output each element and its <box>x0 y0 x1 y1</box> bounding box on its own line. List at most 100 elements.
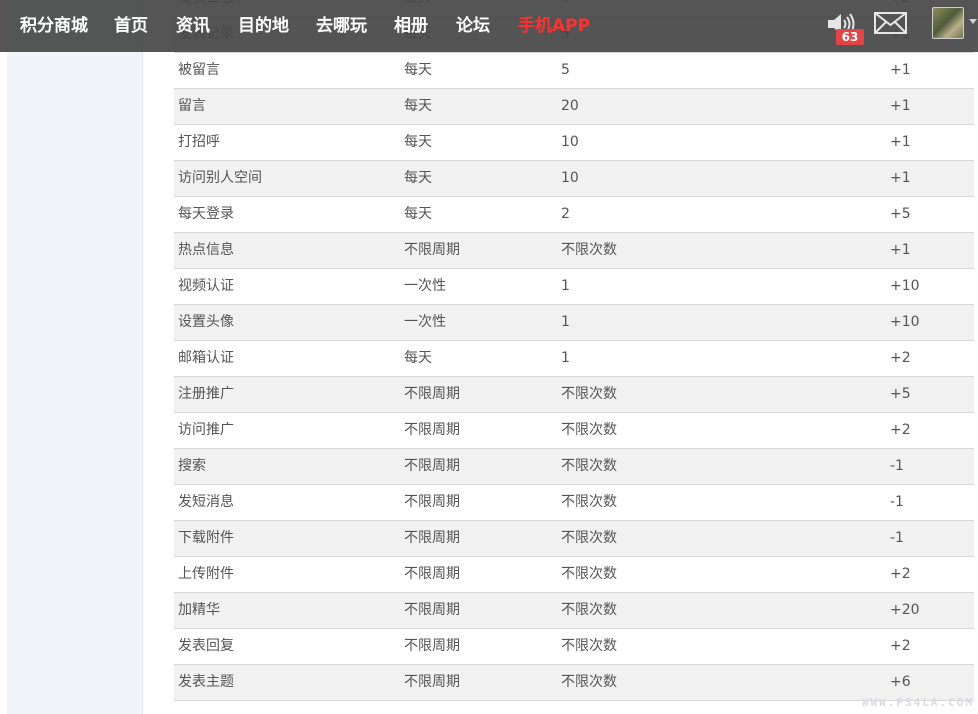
cell-action: 每天登录 <box>178 206 234 222</box>
user-avatar[interactable] <box>932 7 964 39</box>
cell-period: 每天 <box>404 134 432 150</box>
cell-times: 不限次数 <box>561 566 617 582</box>
cell-points: +1 <box>890 98 911 114</box>
cell-action: 邮箱认证 <box>178 350 234 366</box>
cell-action: 被留言 <box>178 62 220 78</box>
cell-times: 不限次数 <box>561 494 617 510</box>
cell-times: 1 <box>561 350 570 366</box>
nav-destinations[interactable]: 目的地 <box>238 11 289 36</box>
table-row: 设置头像 一次性 1 +10 <box>174 305 974 341</box>
cell-period: 不限周期 <box>404 386 460 402</box>
cell-points: +5 <box>890 206 911 222</box>
table-row: 发表回复 不限周期 不限次数 +2 <box>174 629 974 665</box>
cell-points: +2 <box>890 422 911 438</box>
cell-period: 不限周期 <box>404 602 460 618</box>
chevron-down-icon[interactable] <box>969 19 977 24</box>
top-navigation-bar: 积分商城 首页 资讯 目的地 去哪玩 相册 论坛 手机APP 63 <box>0 0 978 52</box>
cell-points: +5 <box>890 386 911 402</box>
cell-points: -1 <box>890 458 904 474</box>
cell-times: 20 <box>561 98 579 114</box>
cell-period: 一次性 <box>404 314 446 330</box>
cell-action: 访问推广 <box>178 422 234 438</box>
cell-times: 1 <box>561 278 570 294</box>
cell-points: +10 <box>890 314 920 330</box>
cell-points: -1 <box>890 494 904 510</box>
nav-mobile-app[interactable]: 手机APP <box>518 11 590 36</box>
table-row: 注册推广 不限周期 不限次数 +5 <box>174 377 974 413</box>
cell-times: 2 <box>561 206 570 222</box>
cell-period: 每天 <box>404 62 432 78</box>
cell-points: +10 <box>890 278 920 294</box>
nav-points-mall[interactable]: 积分商城 <box>20 11 88 36</box>
cell-points: +6 <box>890 674 911 690</box>
cell-points: +2 <box>890 638 911 654</box>
cell-times: 1 <box>561 314 570 330</box>
table-row: 下载附件 不限周期 不限次数 -1 <box>174 521 974 557</box>
cell-period: 每天 <box>404 170 432 186</box>
left-sidebar <box>7 0 143 714</box>
cell-points: +20 <box>890 602 920 618</box>
cell-action: 发表回复 <box>178 638 234 654</box>
cell-period: 不限周期 <box>404 422 460 438</box>
cell-points: +1 <box>890 170 911 186</box>
cell-action: 视频认证 <box>178 278 234 294</box>
cell-points: -1 <box>890 530 904 546</box>
cell-action: 留言 <box>178 98 206 114</box>
page: 发表日志每天5+2发表记录每天5+1被留言每天5+1留言每天20+1打招呼每天1… <box>0 0 978 714</box>
table-row: 发短消息 不限周期 不限次数 -1 <box>174 485 974 521</box>
notification-count-badge[interactable]: 63 <box>836 29 864 45</box>
cell-points: +1 <box>890 62 911 78</box>
cell-times: 不限次数 <box>561 242 617 258</box>
cell-times: 不限次数 <box>561 602 617 618</box>
table-row: 邮箱认证 每天 1 +2 <box>174 341 974 377</box>
cell-action: 打招呼 <box>178 134 220 150</box>
mail-icon[interactable] <box>874 12 907 34</box>
table-row: 搜索 不限周期 不限次数 -1 <box>174 449 974 485</box>
cell-times: 不限次数 <box>561 386 617 402</box>
cell-period: 一次性 <box>404 278 446 294</box>
cell-times: 不限次数 <box>561 674 617 690</box>
cell-action: 发表主题 <box>178 674 234 690</box>
cell-period: 不限周期 <box>404 530 460 546</box>
cell-action: 热点信息 <box>178 242 234 258</box>
cell-action: 访问别人空间 <box>178 170 262 186</box>
cell-action: 注册推广 <box>178 386 234 402</box>
table-row: 被留言 每天 5 +1 <box>174 53 974 89</box>
cell-points: +1 <box>890 134 911 150</box>
watermark: WWW.PS4LA.COM <box>861 696 974 709</box>
credit-rules-table: 发表日志每天5+2发表记录每天5+1被留言每天5+1留言每天20+1打招呼每天1… <box>174 0 974 701</box>
cell-action: 设置头像 <box>178 314 234 330</box>
nav-where-to-go[interactable]: 去哪玩 <box>316 11 367 36</box>
cell-times: 不限次数 <box>561 530 617 546</box>
table-row: 热点信息 不限周期 不限次数 +1 <box>174 233 974 269</box>
cell-times: 不限次数 <box>561 458 617 474</box>
nav-albums[interactable]: 相册 <box>394 11 428 36</box>
cell-times: 不限次数 <box>561 422 617 438</box>
table-row: 上传附件 不限周期 不限次数 +2 <box>174 557 974 593</box>
cell-action: 上传附件 <box>178 566 234 582</box>
cell-period: 不限周期 <box>404 638 460 654</box>
table-row: 打招呼 每天 10 +1 <box>174 125 974 161</box>
cell-action: 搜索 <box>178 458 206 474</box>
nav-news[interactable]: 资讯 <box>176 11 210 36</box>
cell-period: 每天 <box>404 350 432 366</box>
table-row: 每天登录 每天 2 +5 <box>174 197 974 233</box>
cell-points: +1 <box>890 242 911 258</box>
cell-action: 加精华 <box>178 602 220 618</box>
table-row: 视频认证 一次性 1 +10 <box>174 269 974 305</box>
table-row: 发表主题 不限周期 不限次数 +6 <box>174 665 974 701</box>
nav-home[interactable]: 首页 <box>114 11 148 36</box>
cell-period: 不限周期 <box>404 566 460 582</box>
table-row: 访问别人空间 每天 10 +1 <box>174 161 974 197</box>
cell-times: 10 <box>561 134 579 150</box>
table-row: 加精华 不限周期 不限次数 +20 <box>174 593 974 629</box>
table-row: 留言 每天 20 +1 <box>174 89 974 125</box>
cell-period: 不限周期 <box>404 494 460 510</box>
cell-period: 每天 <box>404 98 432 114</box>
cell-times: 10 <box>561 170 579 186</box>
cell-period: 不限周期 <box>404 674 460 690</box>
cell-action: 发短消息 <box>178 494 234 510</box>
nav-forum[interactable]: 论坛 <box>456 11 490 36</box>
cell-points: +2 <box>890 350 911 366</box>
cell-period: 不限周期 <box>404 458 460 474</box>
